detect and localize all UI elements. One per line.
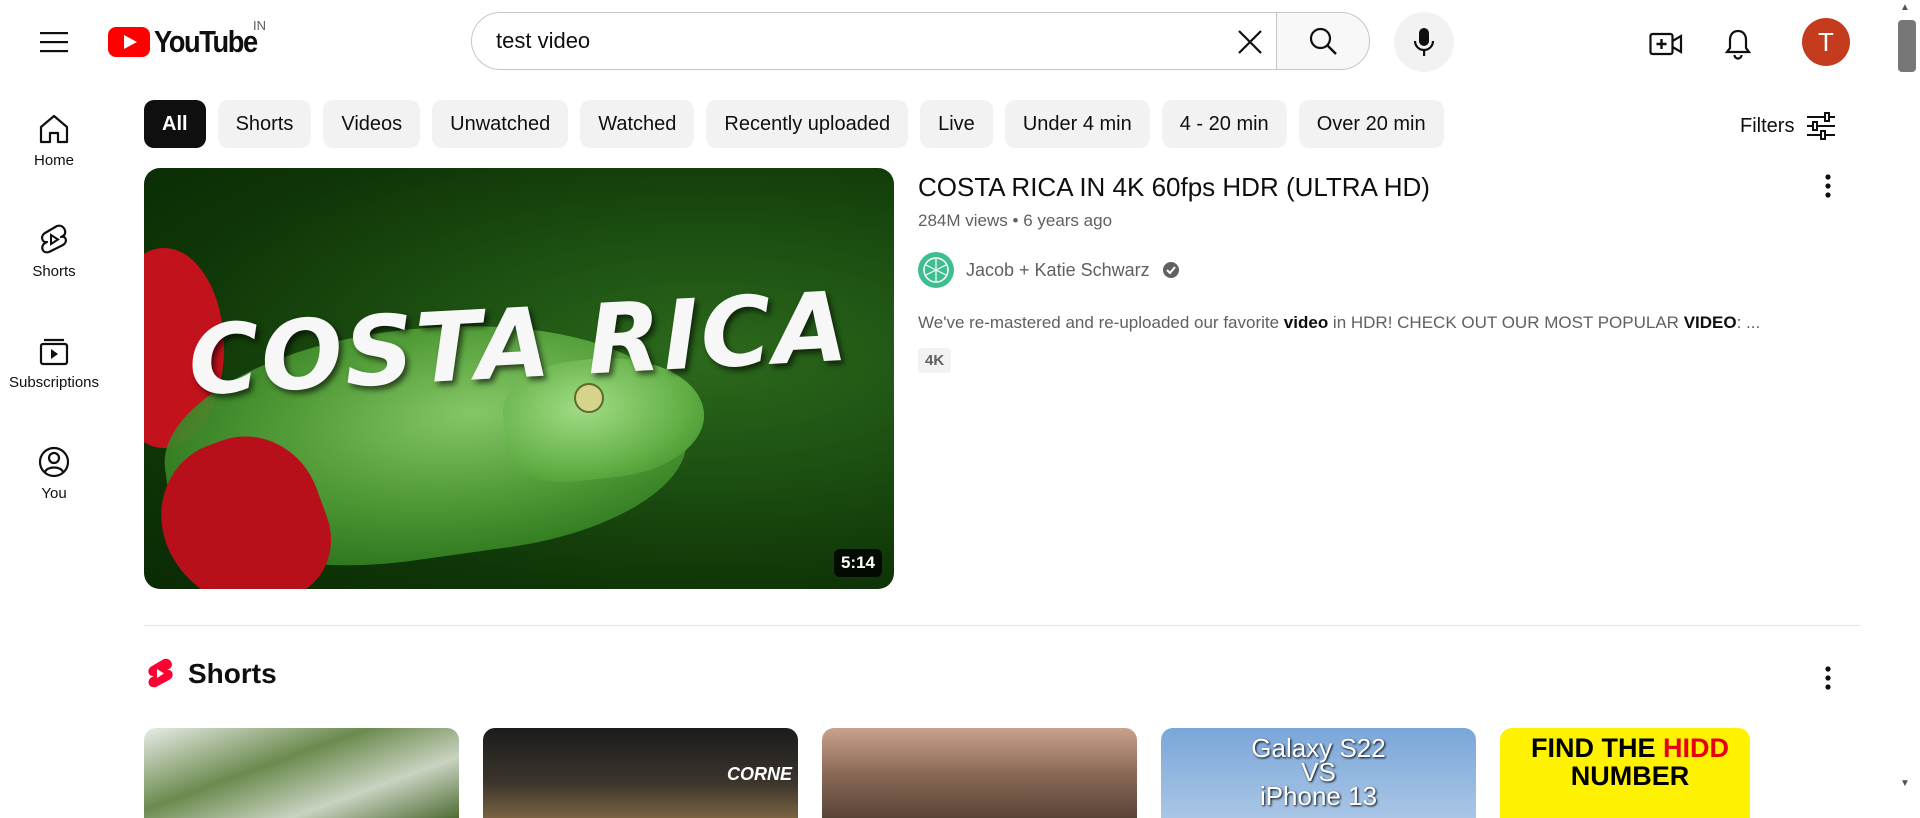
short-thumbnail-text: CORNE (726, 764, 792, 784)
search-icon (1309, 27, 1337, 55)
scroll-down-arrow-icon[interactable]: ▼ (1900, 778, 1910, 789)
sidebar-item-label: Home (33, 152, 74, 169)
short-thumbnail[interactable]: Galaxy S22 VS iPhone 13 (1161, 728, 1476, 818)
quality-badge: 4K (918, 348, 952, 373)
view-count: 284M views (918, 211, 1008, 230)
video-metadata: 284M views • 6 years ago (918, 211, 1112, 231)
shorts-shelf-title: Shorts (188, 658, 277, 689)
bell-icon (1724, 29, 1752, 60)
video-duration-badge: 5:14 (833, 549, 882, 577)
chip-unwatched[interactable]: Unwatched (432, 100, 569, 148)
account-circle-icon (38, 446, 70, 478)
youtube-logo[interactable]: YouTube IN (108, 18, 271, 62)
filter-chips-bar: All Shorts Videos Unwatched Watched Rece… (144, 100, 1444, 148)
short-thumbnail[interactable] (144, 728, 459, 818)
microphone-icon (1413, 28, 1435, 56)
subscriptions-icon (39, 338, 69, 366)
short-thumbnail[interactable] (822, 728, 1137, 818)
sidebar-item-label: Shorts (32, 263, 76, 280)
filters-label: Filters (1740, 114, 1795, 137)
short-thumbnail[interactable]: FIND THE HIDD NUMBER (1500, 728, 1750, 818)
chip-over-20-min[interactable]: Over 20 min (1298, 100, 1444, 148)
sidebar-item-shorts[interactable]: Shorts (0, 223, 108, 323)
search-box (471, 12, 1276, 70)
chip-live[interactable]: Live (920, 100, 993, 148)
voice-search-button[interactable] (1394, 12, 1454, 72)
short-thumbnail-text: Galaxy S22 VS iPhone 13 (1251, 733, 1386, 811)
sidebar-item-home[interactable]: Home (0, 112, 108, 212)
meta-separator: • (1012, 211, 1024, 230)
verified-check-icon (1162, 262, 1179, 278)
notifications-button[interactable] (1712, 18, 1764, 70)
chip-watched[interactable]: Watched (580, 100, 695, 148)
account-avatar[interactable]: T (1802, 18, 1850, 66)
chip-shorts[interactable]: Shorts (217, 100, 312, 148)
video-description-snippet: We've re-mastered and re-uploaded our fa… (918, 313, 1761, 332)
sidebar-item-you[interactable]: You (0, 445, 108, 545)
short-thumbnail[interactable]: CORNE (483, 728, 798, 818)
youtube-play-icon (108, 27, 150, 57)
page-scrollbar[interactable] (1896, 0, 1920, 800)
scroll-up-arrow-icon[interactable]: ▲ (1900, 2, 1910, 13)
more-vertical-icon (1825, 666, 1831, 690)
video-more-actions-button[interactable] (1808, 166, 1848, 206)
channel-link[interactable]: Jacob + Katie Schwarz (918, 252, 1180, 288)
country-code: IN (253, 18, 266, 33)
upload-age: 6 years ago (1023, 211, 1113, 230)
shorts-icon (41, 224, 67, 254)
home-icon (39, 114, 69, 144)
channel-avatar[interactable] (918, 252, 954, 288)
menu-button[interactable] (24, 18, 84, 66)
clear-search-button[interactable] (1226, 18, 1274, 66)
short-thumbnail-text: FIND THE HIDD NUMBER (1531, 733, 1729, 791)
scrollbar-thumb[interactable] (1898, 20, 1916, 72)
logo-wordmark: YouTube (154, 24, 258, 59)
filters-button[interactable]: Filters (1740, 106, 1836, 146)
search-button[interactable] (1276, 12, 1370, 70)
sidebar-item-label: You (41, 485, 67, 502)
chip-4-20-min[interactable]: 4 - 20 min (1161, 100, 1287, 148)
channel-logo-icon (923, 257, 949, 283)
close-icon (1238, 30, 1262, 54)
video-camera-plus-icon (1649, 32, 1683, 56)
shorts-shelf-header: Shorts (146, 658, 277, 690)
shorts-logo-icon (148, 658, 173, 688)
thumbnail-title-text: COSTA RICA (185, 270, 853, 418)
chip-recently-uploaded[interactable]: Recently uploaded (706, 100, 909, 148)
section-divider (144, 625, 1860, 626)
search-input[interactable] (496, 13, 1196, 69)
more-vertical-icon (1825, 174, 1831, 198)
sidebar-item-subscriptions[interactable]: Subscriptions (0, 334, 108, 434)
sliders-icon (1807, 112, 1836, 140)
hamburger-icon (40, 32, 68, 53)
chip-under-4-min[interactable]: Under 4 min (1004, 100, 1150, 148)
chip-videos[interactable]: Videos (323, 100, 421, 148)
shorts-more-actions-button[interactable] (1808, 658, 1848, 698)
chip-all[interactable]: All (144, 100, 206, 148)
create-button[interactable] (1640, 18, 1692, 70)
channel-name[interactable]: Jacob + Katie Schwarz (966, 260, 1150, 281)
video-title[interactable]: COSTA RICA IN 4K 60fps HDR (ULTRA HD) (918, 172, 1430, 203)
video-thumbnail[interactable]: COSTA RICA 5:14 (144, 168, 894, 589)
sidebar-item-label: Subscriptions (8, 374, 100, 391)
